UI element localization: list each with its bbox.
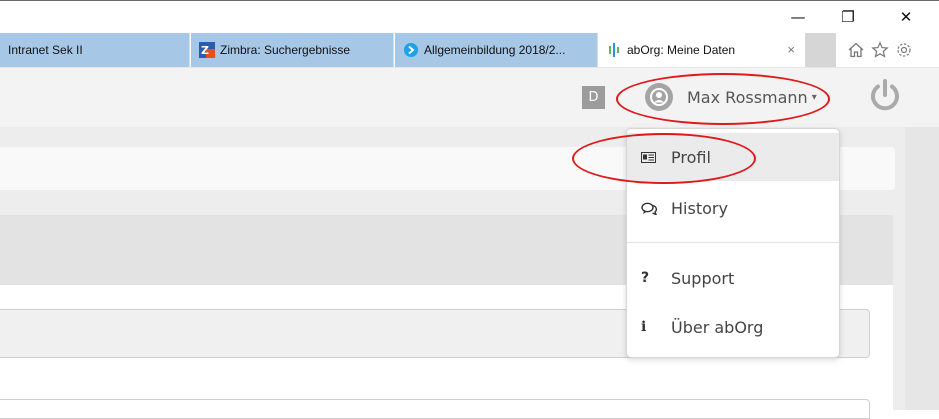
tab-label: Allgemeinbildung 2018/2... <box>424 43 566 57</box>
menu-item-label: History <box>671 198 728 218</box>
minimize-button[interactable]: — <box>776 1 820 33</box>
gear-icon[interactable] <box>894 39 914 61</box>
power-icon[interactable] <box>866 77 904 115</box>
tab-label: abOrg: Meine Daten <box>627 43 736 57</box>
new-tab-button[interactable] <box>806 33 836 67</box>
menu-item-label: Support <box>671 268 735 288</box>
info-icon: i <box>641 319 647 335</box>
close-tab-icon[interactable]: × <box>787 42 795 57</box>
tab-strip: Intranet Sek II Z Zimbra: Suchergebnisse… <box>0 33 939 67</box>
arrow-circle-icon <box>403 42 419 58</box>
scrollbar[interactable] <box>905 127 939 410</box>
menu-item-history[interactable]: History <box>627 184 839 232</box>
form-field[interactable] <box>0 399 870 419</box>
d-badge-button[interactable]: D <box>582 86 605 109</box>
annotation-ellipse-profil <box>572 133 756 184</box>
tab-aborg-meine-daten[interactable]: abOrg: Meine Daten × <box>598 33 806 67</box>
menu-divider <box>627 242 839 243</box>
tab-label: Zimbra: Suchergebnisse <box>220 43 351 57</box>
tab-intranet[interactable]: Intranet Sek II <box>0 33 190 67</box>
tab-zimbra[interactable]: Z Zimbra: Suchergebnisse <box>191 33 394 67</box>
menu-item-ueber-aborg[interactable]: i Über abOrg <box>627 303 839 351</box>
close-window-button[interactable]: ✕ <box>884 1 928 33</box>
tab-allgemeinbildung[interactable]: Allgemeinbildung 2018/2... <box>395 33 598 67</box>
menu-item-label: Über abOrg <box>671 317 764 337</box>
menu-item-support[interactable]: ? Support <box>627 254 839 302</box>
tab-label: Intranet Sek II <box>8 43 83 57</box>
star-icon[interactable] <box>870 39 890 61</box>
chat-icon <box>641 202 671 215</box>
aborg-icon <box>606 42 622 58</box>
annotation-ellipse-user <box>616 73 830 125</box>
question-icon: ? <box>641 270 650 286</box>
svg-text:Z: Z <box>201 44 209 57</box>
zimbra-icon: Z <box>199 42 215 58</box>
home-icon[interactable] <box>846 39 866 61</box>
restore-button[interactable]: ❐ <box>826 1 870 33</box>
